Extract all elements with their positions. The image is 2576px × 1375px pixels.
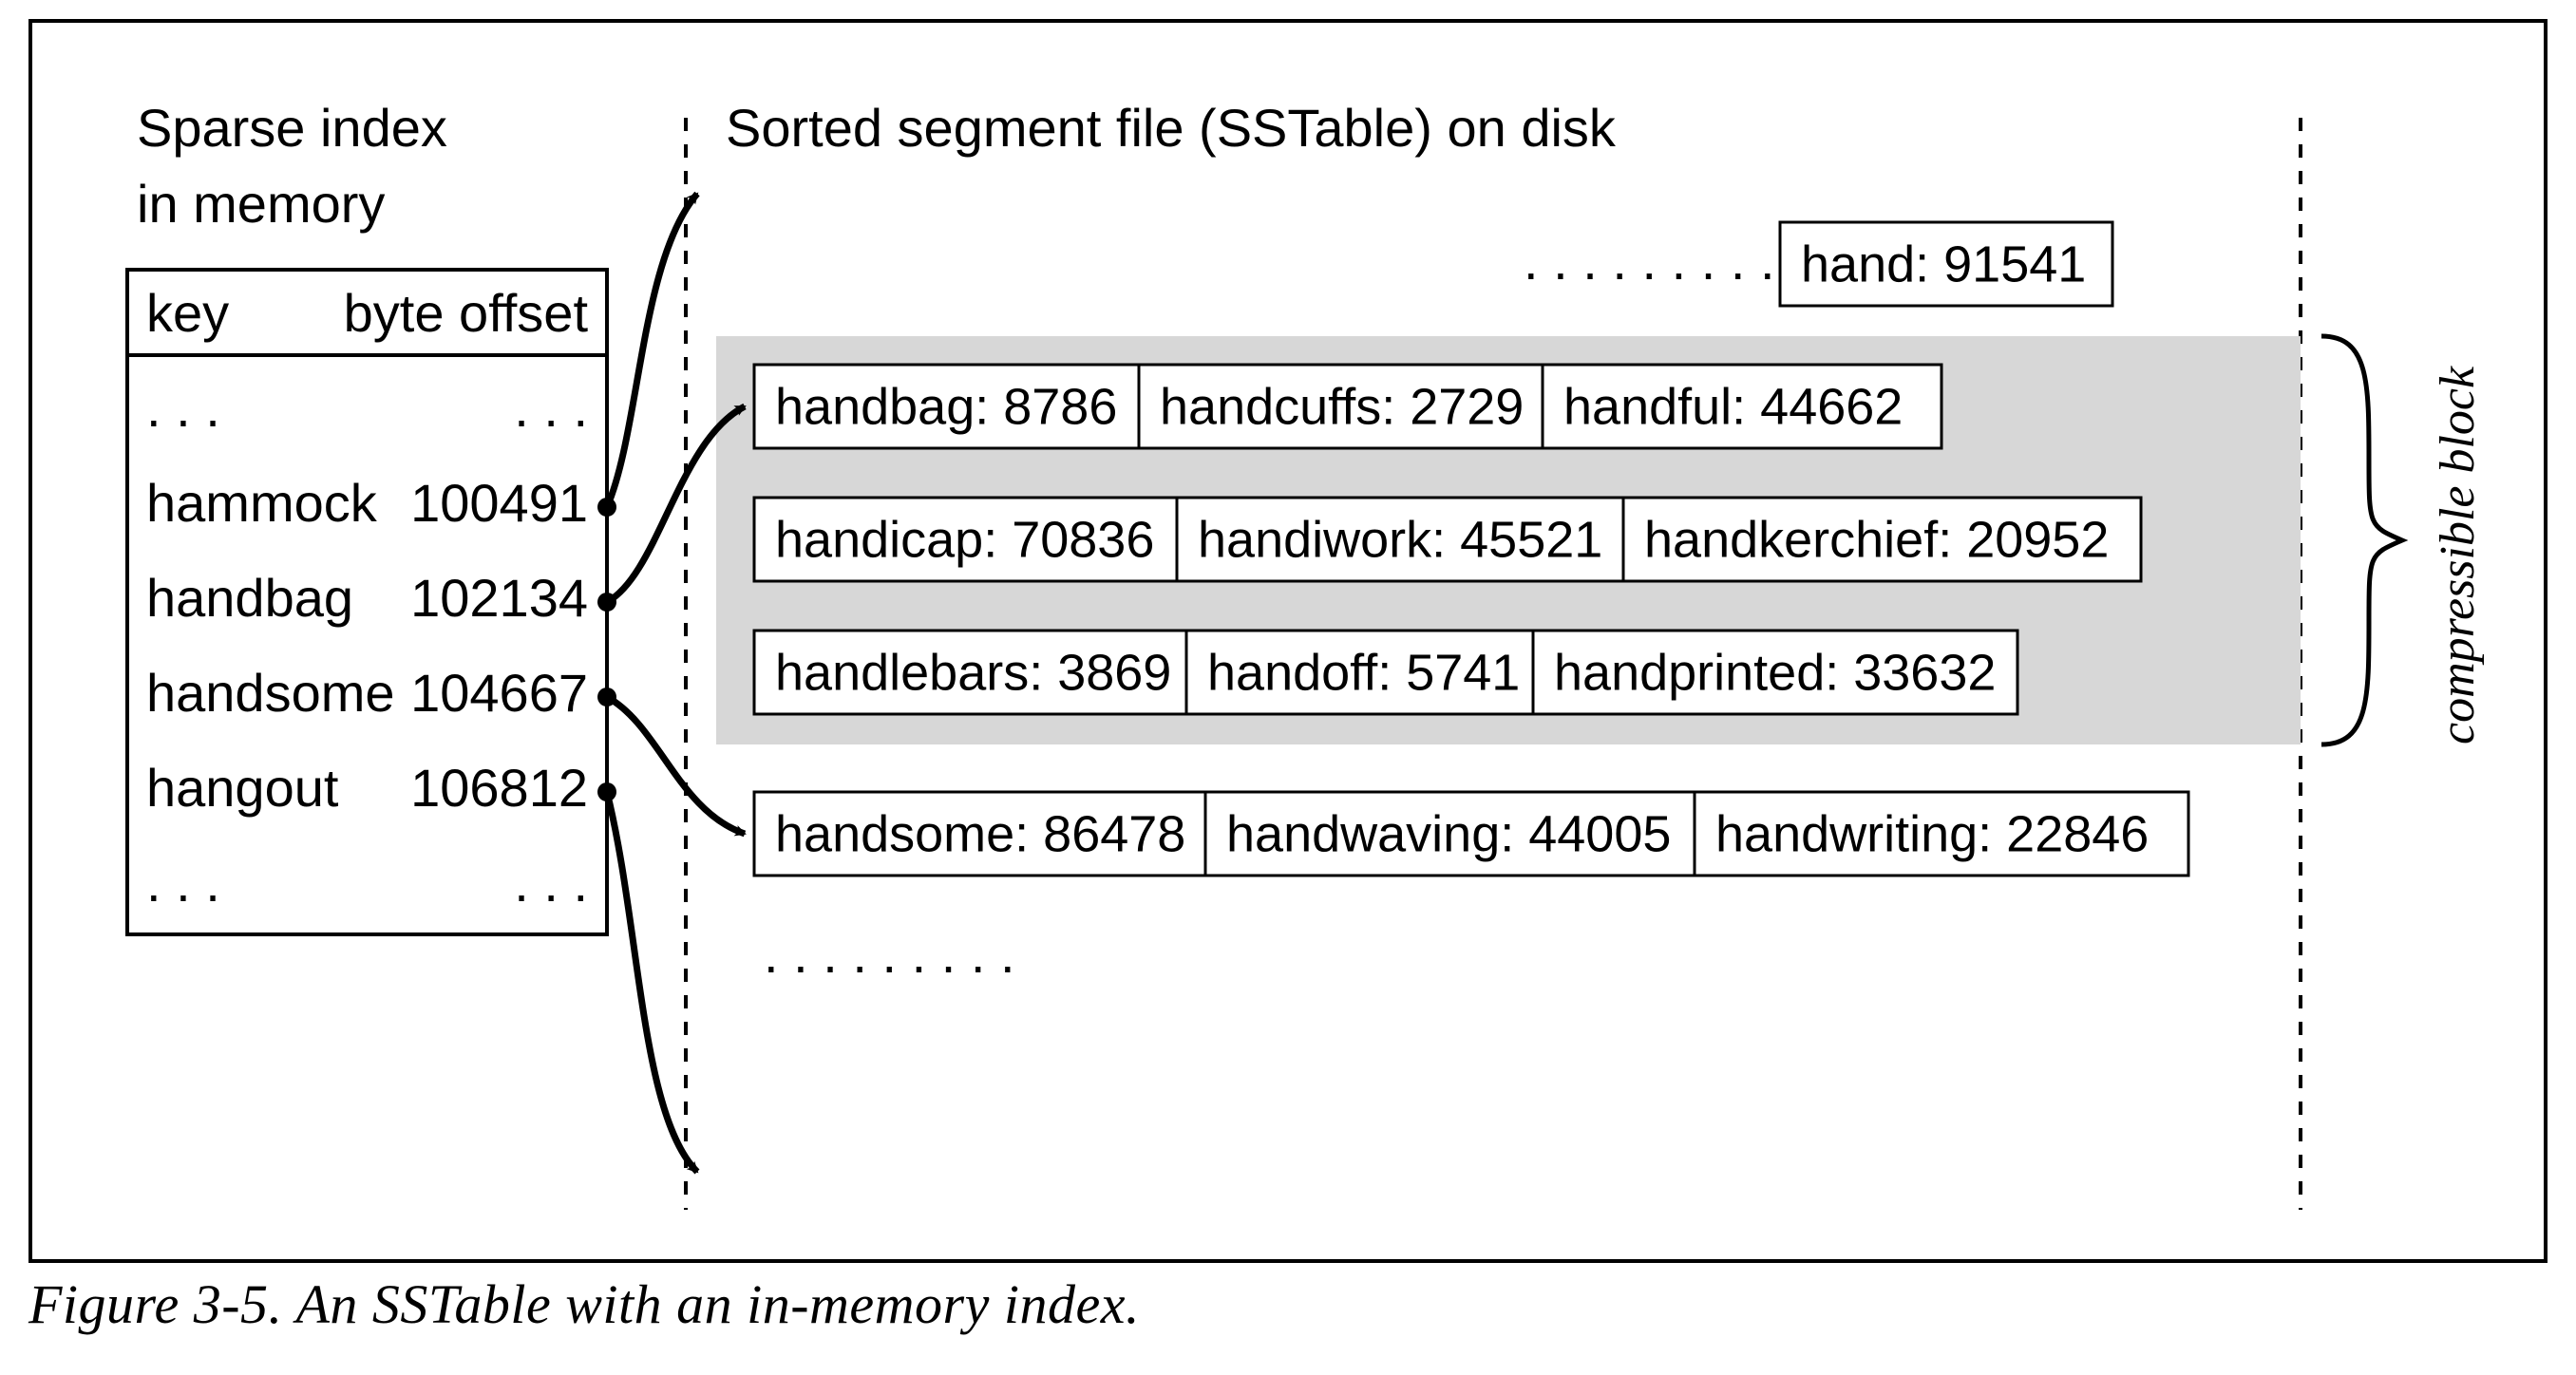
block-row-1: handicap: 70836 handiwork: 45521 handker… — [754, 498, 2141, 581]
index-ellipsis-bot-left: . . . — [146, 853, 220, 913]
arrow-3 — [607, 792, 697, 1172]
block-row-2: handlebars: 3869 handoff: 5741 handprint… — [754, 631, 2017, 714]
block-cell-2-2: handprinted: 33632 — [1554, 644, 1996, 701]
index-header-offset: byte offset — [344, 283, 589, 343]
index-row-3-key: hangout — [146, 758, 339, 818]
index-row-0-key: hammock — [146, 473, 378, 533]
index-row-1-key: handbag — [146, 568, 353, 628]
index-row-1-offset: 102134 — [410, 568, 588, 628]
diagram-svg: Sparse index in memory Sorted segment fi… — [32, 23, 2544, 1259]
index-header-key: key — [146, 283, 229, 343]
before-dots: . . . . . . . . . — [1524, 231, 1775, 291]
block-cell-1-1: handiwork: 45521 — [1198, 511, 1602, 568]
after-dots: . . . . . . . . . — [764, 924, 1015, 984]
brace-label: compressible block — [2431, 366, 2485, 744]
entry-hand-text: hand: 91541 — [1801, 235, 2086, 292]
block-cell-0-1: handcuffs: 2729 — [1160, 378, 1524, 435]
after-cell-1: handwaving: 44005 — [1226, 805, 1671, 862]
sparse-index-table: key byte offset . . . . . . hammock 1004… — [127, 270, 607, 934]
block-row-0: handbag: 8786 handcuffs: 2729 handful: 4… — [754, 365, 1941, 448]
index-ellipsis-top-left: . . . — [146, 378, 220, 438]
block-cell-0-2: handful: 44662 — [1563, 378, 1903, 435]
sparse-index-title-line2: in memory — [137, 174, 385, 234]
sstable-title: Sorted segment file (SSTable) on disk — [726, 98, 1617, 158]
index-row-2-key: handsome — [146, 663, 395, 723]
index-ellipsis-bot-right: . . . — [514, 853, 588, 913]
figure-caption: Figure 3-5. An SSTable with an in-memory… — [28, 1272, 2548, 1336]
block-cell-2-1: handoff: 5741 — [1207, 644, 1520, 701]
block-cell-2-0: handlebars: 3869 — [775, 644, 1171, 701]
block-cell-1-0: handicap: 70836 — [775, 511, 1154, 568]
sparse-index-title-line1: Sparse index — [137, 98, 447, 158]
index-ellipsis-top-right: . . . — [514, 378, 588, 438]
block-cell-0-0: handbag: 8786 — [775, 378, 1117, 435]
index-row-2-offset: 104667 — [410, 663, 588, 723]
diagram-frame: Sparse index in memory Sorted segment fi… — [28, 19, 2548, 1263]
brace-icon — [2321, 336, 2402, 744]
after-row: handsome: 86478 handwaving: 44005 handwr… — [754, 792, 2188, 876]
index-row-3-offset: 106812 — [410, 758, 588, 818]
after-cell-0: handsome: 86478 — [775, 805, 1185, 862]
after-cell-2: handwriting: 22846 — [1715, 805, 2149, 862]
block-cell-1-2: handkerchief: 20952 — [1644, 511, 2109, 568]
index-row-0-offset: 100491 — [410, 473, 588, 533]
arrow-0 — [607, 194, 697, 507]
